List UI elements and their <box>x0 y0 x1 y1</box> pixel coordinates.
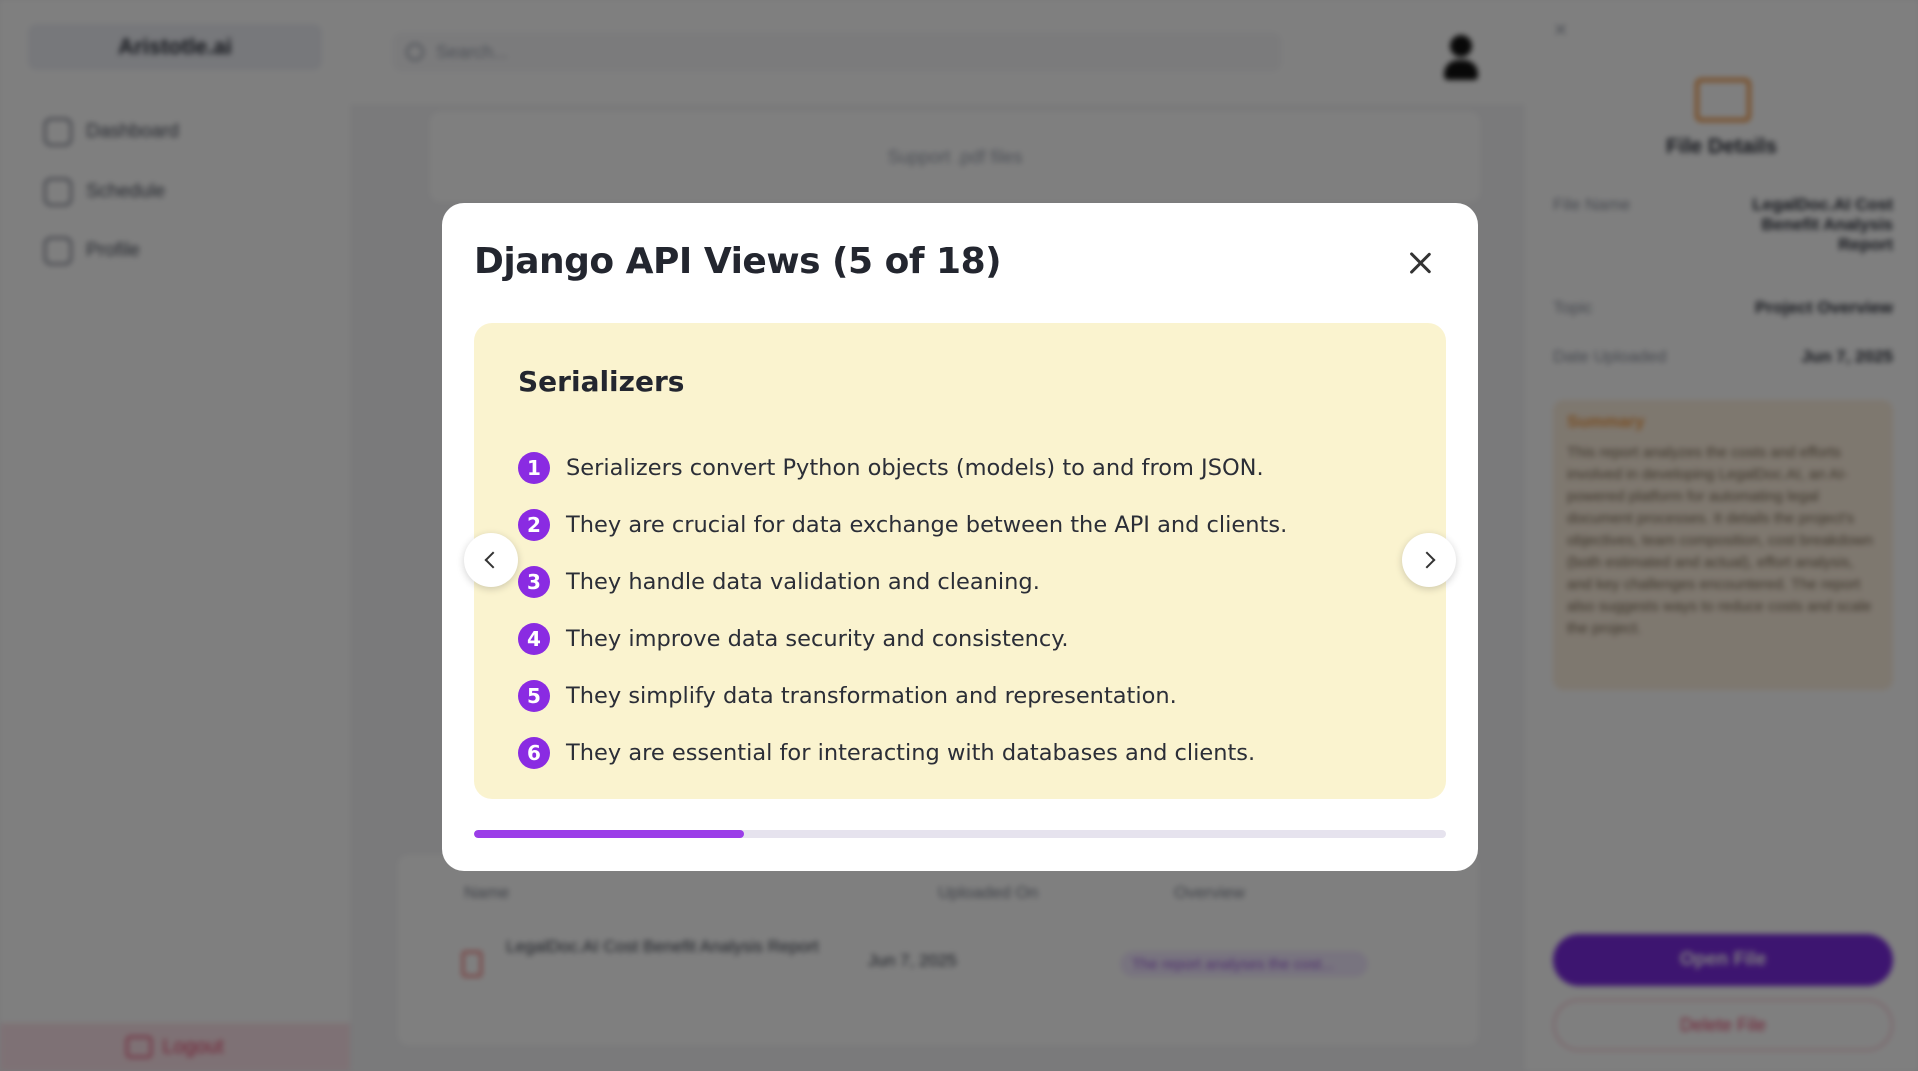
list-item: 2 They are crucial for data exchange bet… <box>518 496 1287 553</box>
modal-title: Django API Views (5 of 18) <box>474 241 1002 282</box>
chevron-left-icon <box>484 551 502 569</box>
point-number-badge: 1 <box>518 451 550 484</box>
point-number-badge: 3 <box>518 565 550 598</box>
point-text: They simplify data transformation and re… <box>566 682 1177 709</box>
slides-modal: Django API Views (5 of 18) Serializers 1… <box>442 203 1478 871</box>
chevron-right-icon <box>1418 551 1436 569</box>
list-item: 5 They simplify data transformation and … <box>518 667 1287 724</box>
list-item: 6 They are essential for interacting wit… <box>518 724 1287 781</box>
next-slide-button[interactable] <box>1402 533 1456 587</box>
slide-progress-bar <box>474 830 1446 838</box>
list-item: 4 They improve data security and consist… <box>518 610 1287 667</box>
previous-slide-button[interactable] <box>464 533 518 587</box>
slide-title: Serializers <box>518 365 685 398</box>
point-number-badge: 4 <box>518 622 550 655</box>
point-number-badge: 2 <box>518 508 550 541</box>
slide-card: Serializers 1 Serializers convert Python… <box>474 323 1446 799</box>
point-text: They improve data security and consisten… <box>566 625 1069 652</box>
point-text: Serializers convert Python objects (mode… <box>566 454 1264 481</box>
slide-points-list: 1 Serializers convert Python objects (mo… <box>518 439 1287 781</box>
point-text: They handle data validation and cleaning… <box>566 568 1040 595</box>
point-number-badge: 5 <box>518 679 550 712</box>
close-icon[interactable] <box>1402 245 1438 281</box>
progress-fill <box>474 830 745 838</box>
point-text: They are crucial for data exchange betwe… <box>566 511 1288 538</box>
point-text: They are essential for interacting with … <box>566 739 1256 766</box>
list-item: 1 Serializers convert Python objects (mo… <box>518 439 1287 496</box>
list-item: 3 They handle data validation and cleani… <box>518 553 1287 610</box>
point-number-badge: 6 <box>518 736 550 769</box>
